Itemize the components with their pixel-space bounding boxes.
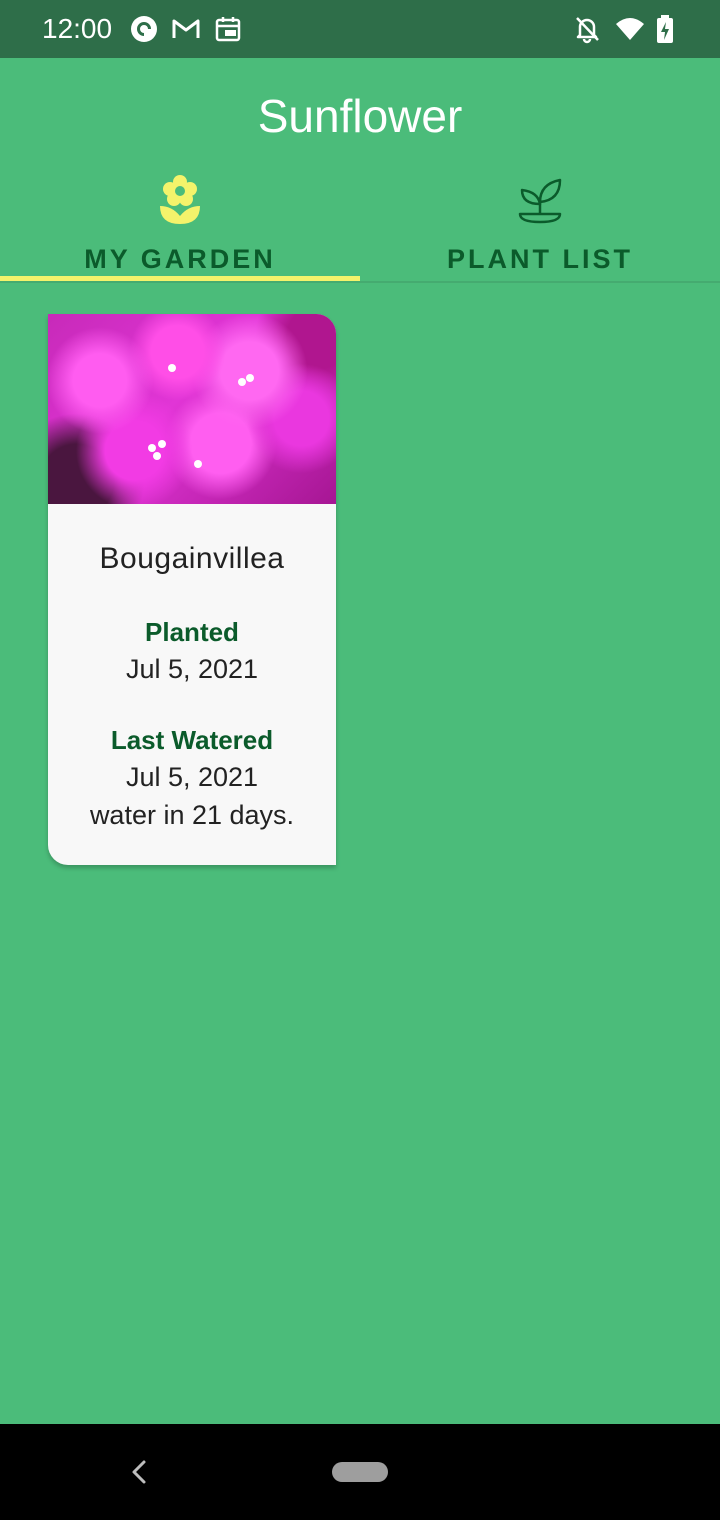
notifications-off-icon <box>572 14 602 44</box>
plant-image <box>48 314 336 504</box>
planted-date: Jul 5, 2021 <box>125 654 259 684</box>
flower-icon <box>156 174 204 226</box>
garden-plant-card[interactable]: Bougainvillea Planted Jul 5, 2021 Last W… <box>48 314 336 865</box>
tab-label: MY GARDEN <box>84 244 276 274</box>
home-pill-icon[interactable] <box>332 1462 388 1482</box>
planted-heading: Planted <box>145 617 239 647</box>
app-title: Sunflower <box>257 90 463 142</box>
wifi-icon <box>615 14 645 44</box>
sprout-icon <box>516 174 564 226</box>
status-bar: 12:00 <box>0 0 720 58</box>
tab-label: PLANT LIST <box>447 244 633 274</box>
system-nav-bar <box>0 1424 720 1520</box>
app-bar: Sunflower MY GARDEN PLANT LIST <box>0 58 720 283</box>
back-icon[interactable] <box>126 1458 152 1486</box>
tab-plant-list[interactable]: PLANT LIST <box>360 170 720 282</box>
water-interval: water in 21 days. <box>89 800 295 830</box>
tab-my-garden[interactable]: MY GARDEN <box>0 170 360 282</box>
status-time: 12:00 <box>42 13 113 44</box>
last-watered-date: Jul 5, 2021 <box>125 762 259 792</box>
tabs-divider <box>0 281 720 283</box>
pocket-casts-icon <box>129 14 159 44</box>
plant-name: Bougainvillea <box>99 542 285 575</box>
calendar-icon <box>213 14 243 44</box>
gmail-icon <box>171 14 201 44</box>
battery-charging-icon <box>652 14 678 44</box>
last-watered-heading: Last Watered <box>110 725 274 755</box>
